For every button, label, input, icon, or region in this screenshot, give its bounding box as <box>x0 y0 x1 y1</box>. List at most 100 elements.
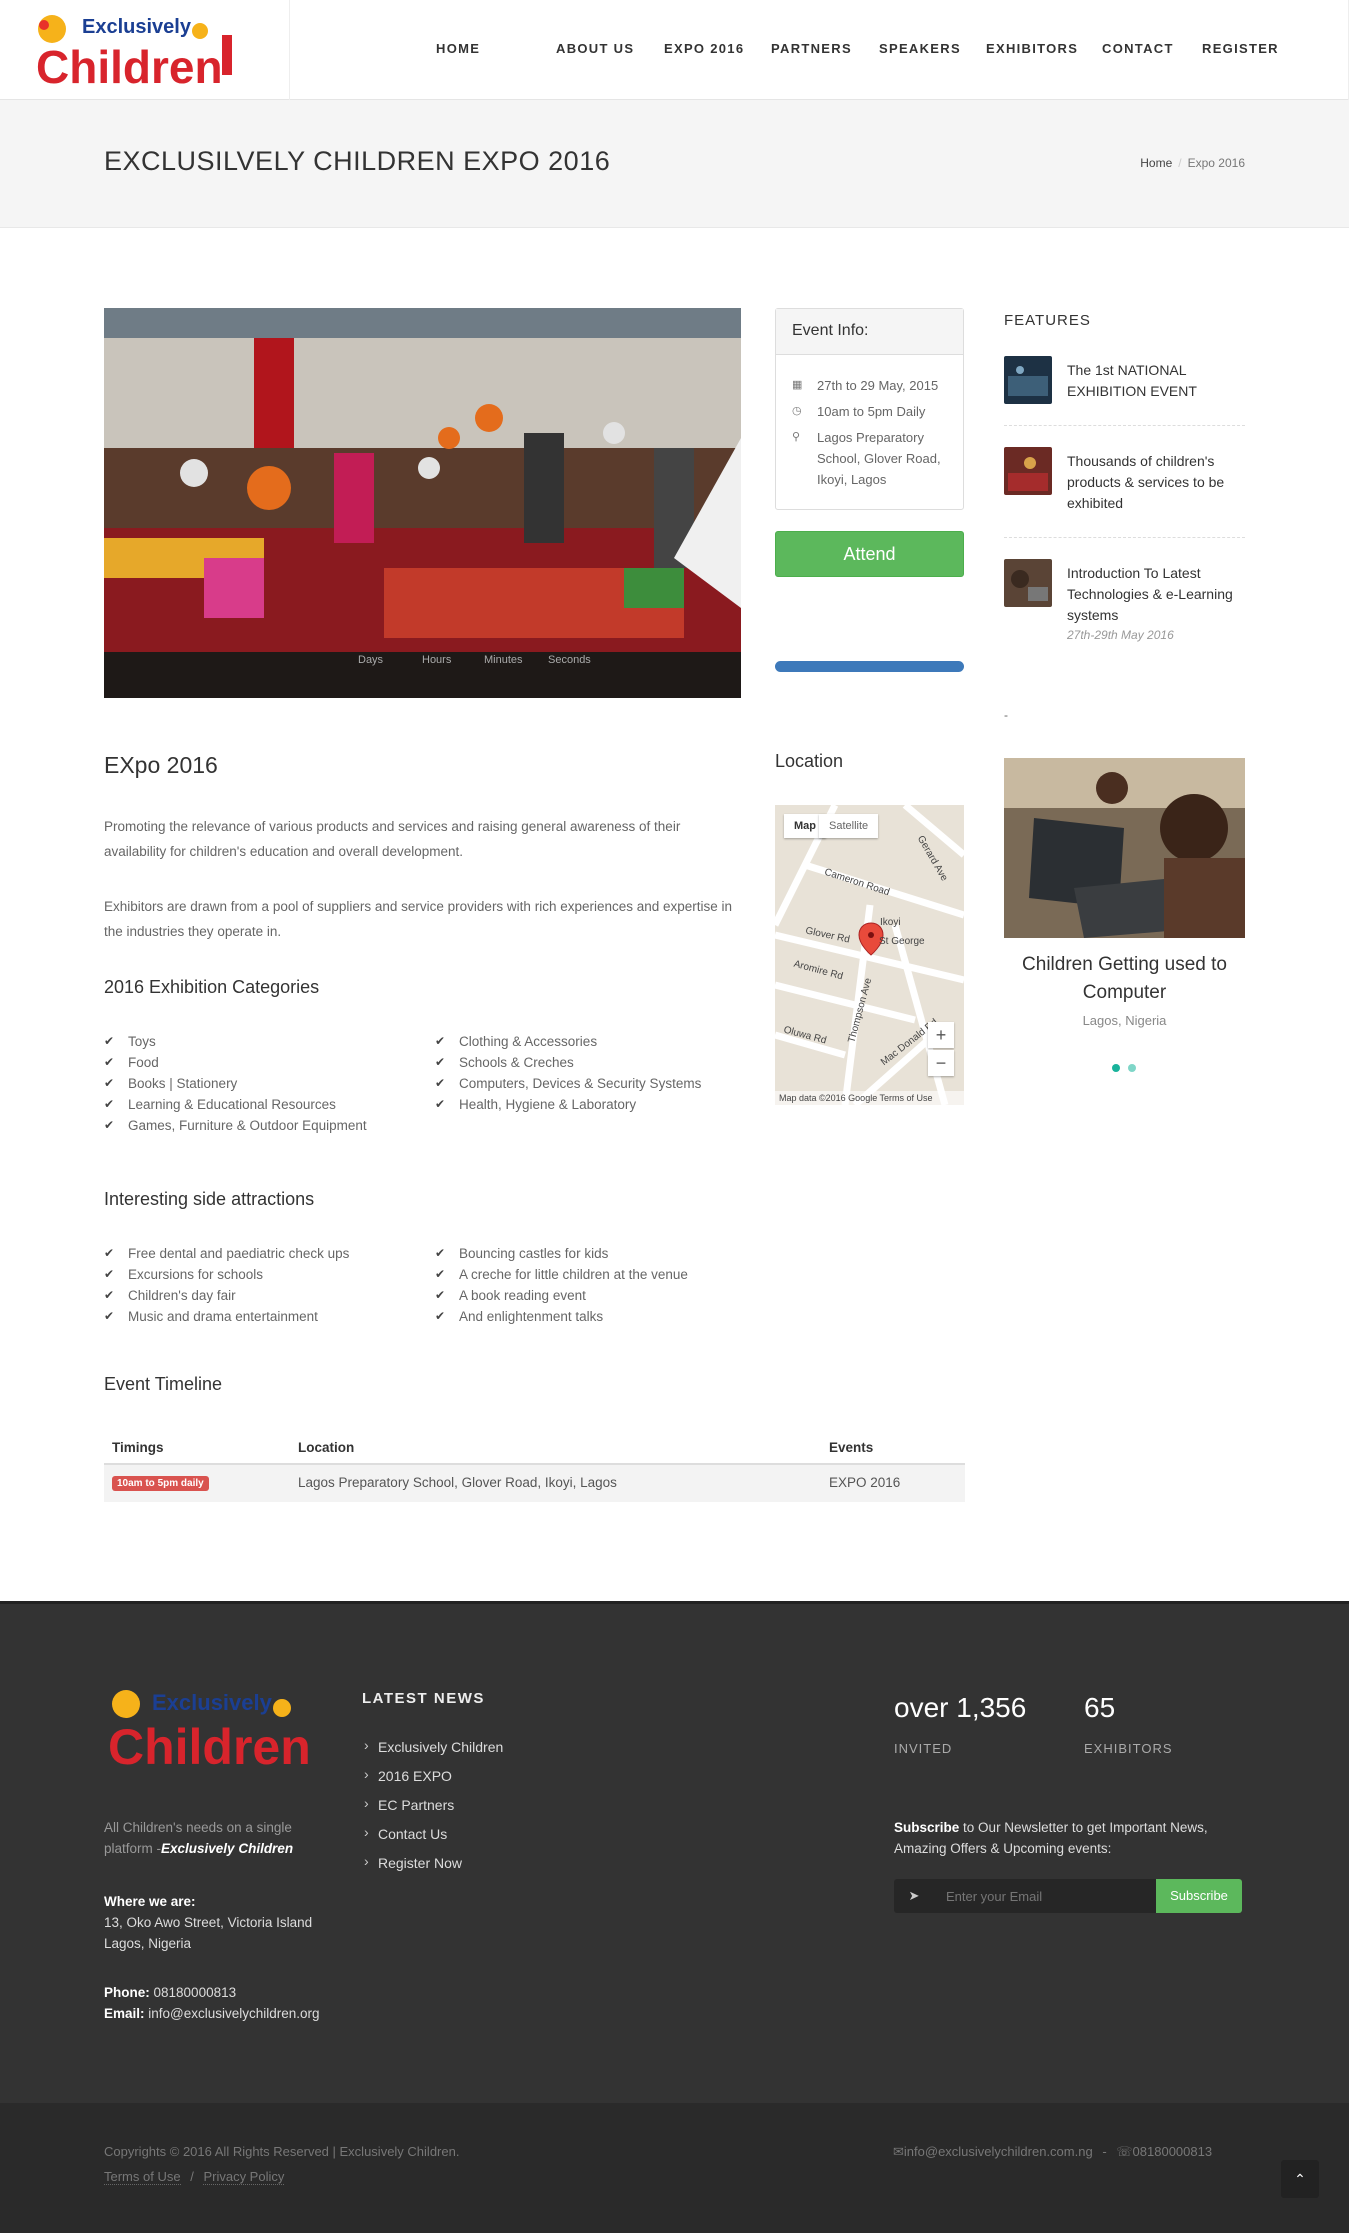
attractions-list-left: Free dental and paediatric check ups Exc… <box>104 1243 424 1327</box>
feature-divider <box>1004 537 1245 538</box>
list-item: Health, Hygiene & Laboratory <box>435 1094 745 1115</box>
table-cell-location: Lagos Preparatory School, Glover Road, I… <box>298 1475 617 1490</box>
svg-text:Exclusively: Exclusively <box>82 16 192 38</box>
nav-partners[interactable]: PARTNERS <box>771 41 852 56</box>
subscribe-button[interactable]: Subscribe <box>1156 1879 1242 1913</box>
svg-text:Exclusively: Exclusively <box>152 1690 273 1715</box>
clock-icon: ◷ <box>792 405 802 417</box>
footer-address: Where we are: 13, Oko Awo Street, Victor… <box>104 1894 313 1951</box>
features-dash: - <box>1004 708 1008 722</box>
copyright-text: Copyrights © 2016 All Rights Reserved | … <box>104 2144 460 2159</box>
timeline-table: Timings Location Events 10am to 5pm dail… <box>104 1430 965 1502</box>
envelope-icon: ✉ <box>893 2144 904 2159</box>
footer-contact-line: ✉info@exclusivelychildren.com.ng - ☏0818… <box>893 2144 1213 2159</box>
stat-invited-label: INVITED <box>894 1741 953 1756</box>
list-item: A creche for little children at the venu… <box>435 1264 745 1285</box>
breadcrumb-home[interactable]: Home <box>1140 156 1172 170</box>
newsletter-email-input[interactable] <box>934 1879 1160 1913</box>
terms-link[interactable]: Terms of Use <box>104 2169 181 2185</box>
feature-thumbnail <box>1004 356 1052 404</box>
feature-item[interactable]: The 1st NATIONAL EXHIBITION EVENT <box>1004 356 1245 426</box>
google-map[interactable]: Map Satellite Cameron Road Glover Rd Aro… <box>775 805 964 1105</box>
satellite-tab[interactable]: Satellite <box>819 814 879 838</box>
nav-expo-2016[interactable]: EXPO 2016 <box>664 41 744 56</box>
column-header: Events <box>829 1440 874 1455</box>
list-item: Clothing & Accessories <box>435 1031 745 1052</box>
footer-logo: Exclusively Children <box>108 1690 311 1775</box>
feature-thumbnail <box>1004 447 1052 495</box>
nav-speakers[interactable]: SPEAKERS <box>879 41 961 56</box>
expo-paragraph-2: Exhibitors are drawn from a pool of supp… <box>104 899 733 939</box>
timing-badge: 10am to 5pm daily <box>112 1476 209 1491</box>
breadcrumb-current: Expo 2016 <box>1187 156 1245 170</box>
nav-register[interactable]: REGISTER <box>1202 41 1279 56</box>
countdown-days-label: Days <box>358 654 384 666</box>
timeline-heading: Event Timeline <box>104 1374 223 1394</box>
zoom-in-button[interactable]: + <box>928 1022 954 1048</box>
newsletter-text: Subscribe to Our Newsletter to get Impor… <box>894 1820 1208 1856</box>
table-header: Timings Location Events <box>104 1430 965 1465</box>
slide-location: Lagos, Nigeria <box>1082 1013 1167 1028</box>
logo[interactable]: Exclusively Children <box>0 0 290 100</box>
slide-image <box>1004 758 1245 938</box>
newsletter-form: ➤ Subscribe <box>894 1879 1242 1913</box>
list-item: Children's day fair <box>104 1285 424 1306</box>
countdown-bar: Days Hours Minutes Seconds <box>104 652 741 698</box>
footer-email-link[interactable]: info@exclusivelychildren.org <box>148 2006 319 2021</box>
news-link[interactable]: 2016 EXPO <box>362 1766 503 1797</box>
privacy-link[interactable]: Privacy Policy <box>203 2169 285 2185</box>
list-item: Free dental and paediatric check ups <box>104 1243 424 1264</box>
countdown-seconds-label: Seconds <box>548 654 591 666</box>
gallery-slider[interactable]: Children Getting used to Computer Lagos,… <box>1004 758 1245 1028</box>
footer-about: All Children's needs on a single platfor… <box>104 1820 294 1856</box>
breadcrumb: Home / Expo 2016 <box>1140 156 1245 170</box>
feature-thumbnail <box>1004 559 1052 607</box>
map-attribution[interactable]: Map data ©2016 Google Terms of Use <box>775 1091 964 1105</box>
event-info-panel: Event Info: ▦ 27th to 29 May, 2015 ◷ 10a… <box>775 308 964 510</box>
table-row: 10am to 5pm daily Lagos Preparatory Scho… <box>104 1465 965 1502</box>
list-item: Games, Furniture & Outdoor Equipment <box>104 1115 424 1136</box>
attend-button[interactable]: Attend <box>775 531 964 577</box>
event-info-title: Event Info: <box>776 309 963 355</box>
page-title-bar: EXCLUSILVELY CHILDREN EXPO 2016 Home / Exp… <box>0 100 1349 228</box>
poi-label: St George <box>879 936 925 947</box>
footer-contact: Phone: 08180000813 Email: info@exclusive… <box>104 1985 320 2021</box>
list-item: Excursions for schools <box>104 1264 424 1285</box>
calendar-icon: ▦ <box>792 379 803 391</box>
news-link[interactable]: EC Partners <box>362 1795 503 1826</box>
slider-dot[interactable] <box>1128 1064 1136 1072</box>
news-link[interactable]: Exclusively Children <box>362 1737 503 1768</box>
nav-about-us[interactable]: ABOUT US <box>556 41 634 56</box>
contact-email[interactable]: info@exclusivelychildren.com.ng <box>904 2144 1093 2159</box>
column-header: Timings <box>112 1440 164 1455</box>
list-item: A book reading event <box>435 1285 745 1306</box>
categories-list-right: Clothing & Accessories Schools & Creches… <box>435 1031 745 1115</box>
list-item: Computers, Devices & Security Systems <box>435 1073 745 1094</box>
nav-exhibitors[interactable]: EXHIBITORS <box>986 41 1078 56</box>
zoom-out-button[interactable]: − <box>928 1050 954 1076</box>
nav-contact[interactable]: CONTACT <box>1102 41 1174 56</box>
slider-dot-active[interactable] <box>1112 1064 1120 1072</box>
feature-item[interactable]: Thousands of children's products & servi… <box>1004 447 1245 537</box>
site-footer: Exclusively Children All Children's need… <box>0 1601 1349 2103</box>
latest-news-title: LATEST NEWS <box>362 1690 485 1707</box>
countdown-minutes-label: Minutes <box>484 654 523 666</box>
list-item: Bouncing castles for kids <box>435 1243 745 1264</box>
list-item: Schools & Creches <box>435 1052 745 1073</box>
nav-home[interactable]: HOME <box>436 41 480 56</box>
countdown-hours-label: Hours <box>422 654 452 666</box>
feature-divider <box>1004 425 1245 426</box>
news-link[interactable]: Register Now <box>362 1853 503 1884</box>
back-to-top-button[interactable]: ⌃ <box>1281 2160 1319 2198</box>
attractions-heading: Interesting side attractions <box>104 1189 315 1209</box>
progress-bar <box>775 661 964 672</box>
paper-plane-icon: ➤ <box>894 1879 934 1913</box>
stat-exhibitors-number: 65 <box>1084 1692 1116 1723</box>
logo-image: Exclusively Children <box>36 15 232 93</box>
main-nav: HOME ABOUT US EXPO 2016 PARTNERS SPEAKER… <box>302 0 1349 100</box>
page-title: EXCLUSILVELY CHILDREN EXPO 2016 <box>104 146 611 176</box>
news-link[interactable]: Contact Us <box>362 1824 503 1855</box>
svg-text:Children: Children <box>36 41 223 93</box>
feature-item[interactable]: Introduction To Latest Technologies & e-… <box>1004 559 1245 649</box>
legal-links: Terms of Use / Privacy Policy <box>104 2169 285 2185</box>
